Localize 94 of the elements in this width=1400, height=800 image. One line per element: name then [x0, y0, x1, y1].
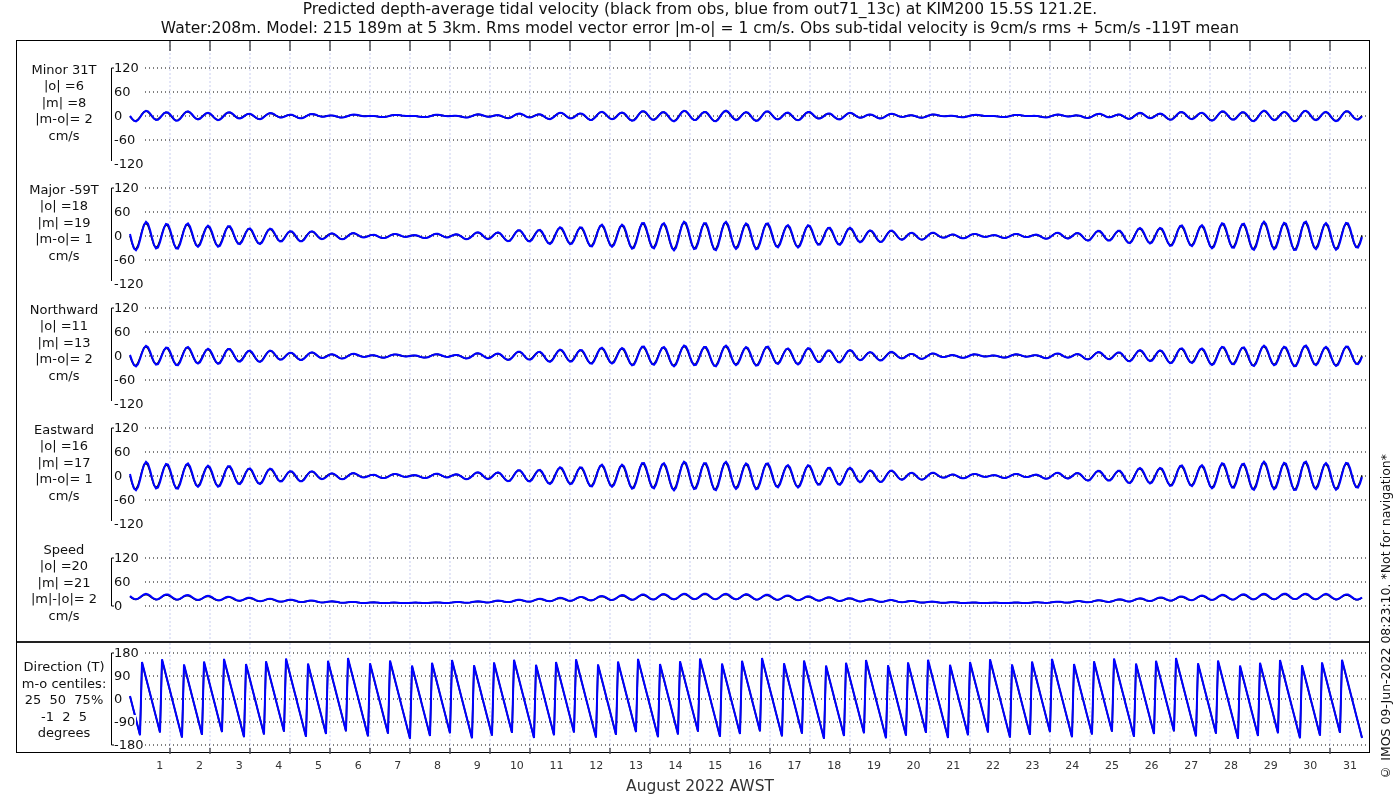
chart-title: Water:208m. Model: 215 189m at 5 3km. Rms model vector error |m-o| = 1 cm/s. Obs sub-tidal velocity is 9cm/s rms + 5cm/s -119T mean	[160, 19, 1240, 38]
x-tick-label: 30	[1302, 758, 1319, 772]
y-tick-label: 180	[114, 646, 140, 660]
panel-label: degrees	[37, 725, 91, 742]
panel-label: |m-o|= 1	[35, 231, 93, 248]
x-tick-label: 28	[1222, 758, 1239, 772]
x-tick-label: 23	[1024, 758, 1041, 772]
x-tick-label: 2	[195, 758, 204, 772]
x-tick-label: 16	[746, 758, 763, 772]
x-tick-label: 29	[1262, 758, 1279, 772]
y-tick-label: -120	[114, 517, 145, 531]
x-tick-label: 6	[353, 758, 363, 772]
chart-title: Predicted depth-average tidal velocity (black from obs, blue from out71_13c) at KIM200 15.5S 121.2E.	[302, 0, 1098, 19]
panel-label: |o| =20	[39, 558, 89, 575]
panel-label: Minor 31T	[31, 61, 97, 79]
y-tick-label: -60	[114, 493, 137, 507]
panel-label: |o| =18	[39, 198, 89, 215]
y-tick-label: 0	[114, 349, 124, 363]
x-tick-label: 22	[984, 758, 1001, 772]
panel-label: |m| =21	[37, 574, 91, 592]
x-tick-label: 8	[433, 758, 443, 772]
x-tick-label: 27	[1183, 758, 1200, 772]
y-tick-label: 120	[114, 551, 140, 565]
panel-label: |m-o|= 2	[35, 351, 93, 368]
panel-label: |m|-|o|= 2	[30, 591, 98, 608]
x-tick-label: 24	[1064, 758, 1081, 772]
x-axis-label: August 2022 AWST	[626, 777, 774, 795]
x-tick-label: 19	[865, 758, 882, 772]
y-tick-label: 120	[114, 61, 140, 75]
panel-label: Speed	[43, 541, 85, 559]
x-tick-label: 7	[393, 758, 403, 772]
panel-label: cm/s	[48, 247, 80, 265]
x-tick-label: 21	[945, 758, 962, 772]
panel-label: |m| =13	[37, 334, 91, 352]
x-tick-label: 13	[627, 758, 644, 772]
y-tick-label: 0	[114, 109, 124, 123]
y-tick-label: 120	[114, 421, 140, 435]
panel-label: Major -59T	[29, 181, 99, 199]
y-tick-label: -120	[114, 397, 145, 411]
x-tick-label: 31	[1342, 758, 1358, 772]
panel-label: |o| =6	[44, 78, 84, 95]
y-tick-label: -60	[114, 373, 137, 387]
y-tick-label: -90	[114, 715, 137, 729]
x-tick-label: 5	[314, 758, 323, 772]
panel-label: |o| =11	[39, 318, 89, 335]
panel-label: 25 50 75%	[24, 692, 104, 709]
y-tick-label: 0	[114, 469, 124, 483]
panel-label: cm/s	[48, 607, 80, 625]
panel-label: |m| =8	[41, 94, 87, 112]
y-tick-label: 60	[114, 325, 132, 339]
y-tick-label: 60	[114, 205, 132, 219]
panel-label: |o| =16	[39, 438, 89, 455]
x-tick-label: 3	[234, 758, 244, 772]
panel-label: cm/s	[48, 487, 80, 505]
panel-label: Direction (T)	[23, 659, 105, 676]
panel-label: Northward	[29, 301, 99, 319]
y-tick-label: 60	[114, 85, 132, 99]
y-tick-label: 90	[114, 669, 132, 683]
x-tick-label: 15	[707, 758, 724, 772]
x-tick-label: 9	[472, 758, 482, 772]
x-tick-label: 12	[588, 758, 605, 772]
y-tick-label: -60	[114, 133, 137, 147]
panel-label: cm/s	[48, 127, 80, 145]
x-tick-label: 11	[548, 758, 565, 772]
y-tick-label: -120	[114, 277, 145, 291]
panel-label: |m| =17	[37, 454, 91, 472]
y-tick-label: -120	[114, 157, 145, 171]
y-tick-label: -60	[114, 253, 137, 267]
x-tick-label: 26	[1143, 758, 1160, 772]
panel-label: Eastward	[34, 421, 94, 439]
y-tick-label: 0	[114, 599, 124, 613]
x-tick-label: 14	[667, 758, 684, 772]
x-tick-label: 17	[786, 758, 803, 772]
x-tick-label: 1	[155, 758, 165, 772]
panel-label: cm/s	[48, 367, 80, 385]
y-tick-label: -180	[114, 738, 145, 752]
y-tick-label: 0	[114, 229, 124, 243]
panel-label: |m-o|= 2	[35, 111, 93, 128]
y-tick-label: 120	[114, 301, 140, 315]
x-tick-label: 25	[1103, 758, 1120, 772]
x-tick-label: 10	[508, 758, 525, 772]
y-axis-line	[111, 557, 117, 607]
y-tick-label: 60	[114, 445, 132, 459]
x-tick-label: 20	[905, 758, 922, 772]
x-tick-label: 4	[274, 758, 284, 772]
y-tick-label: 0	[114, 692, 124, 706]
x-tick-label: 18	[826, 758, 843, 772]
copyright-note: © IMOS 09-Jun-2022 08:23:10. *Not for navigation*	[1377, 454, 1393, 780]
y-tick-label: 60	[114, 575, 132, 589]
panel-label: |m-o|= 1	[35, 471, 93, 488]
panel-label: -1 2 5	[40, 708, 87, 726]
panel-label: |m| =19	[37, 214, 91, 232]
y-tick-label: 120	[114, 181, 140, 195]
panel-label: m-o centiles:	[21, 675, 107, 693]
